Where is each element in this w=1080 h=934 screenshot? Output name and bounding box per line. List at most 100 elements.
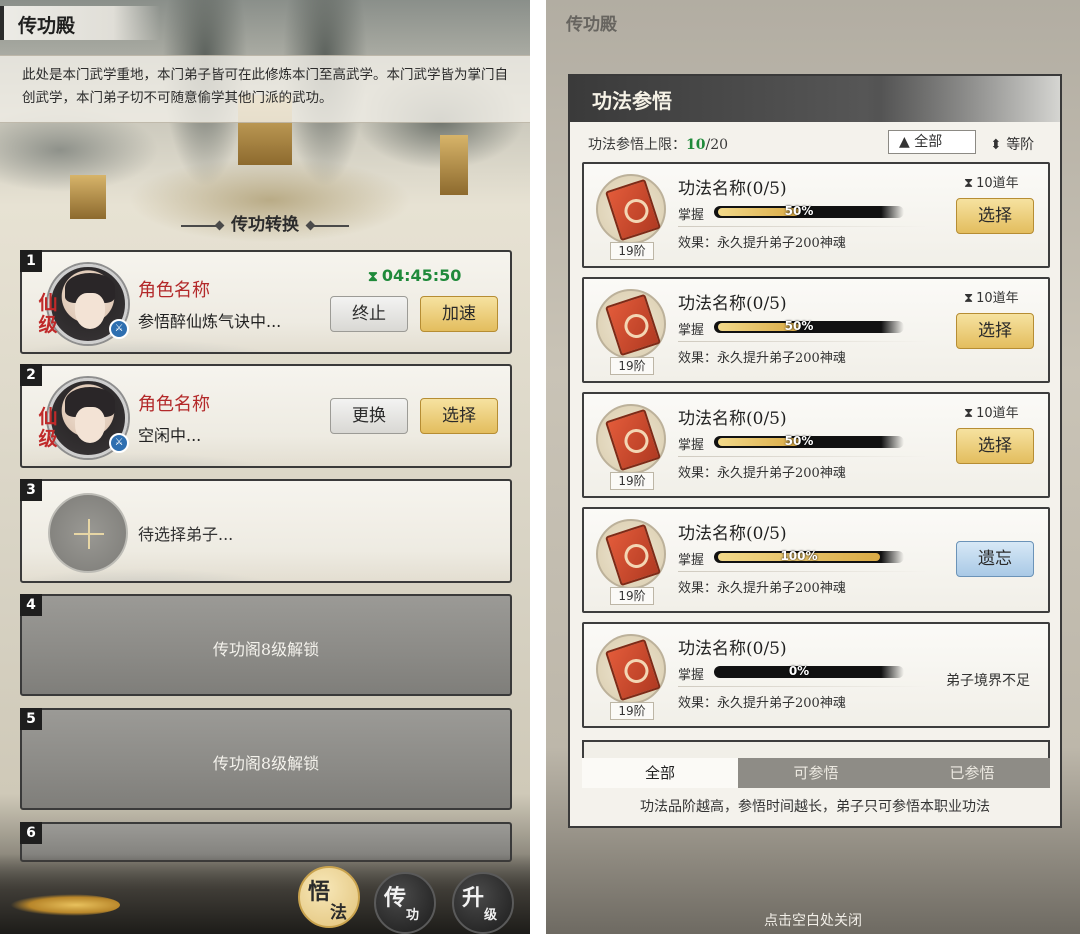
pagoda-illustration [440, 135, 468, 195]
skill-card: 19阶 功法名称(0/5) 掌握 50% 效果：永久提升弟子200神魂 ⧗ 10道… [582, 162, 1050, 268]
skill-card: 19阶 功法名称(0/5) 掌握 100% 效果：永久提升弟子200神魂 遗忘 [582, 507, 1050, 613]
mastery-percent: 50% [784, 319, 814, 333]
duration-text: 10道年 [976, 176, 1019, 191]
hourglass-icon: ⧗ [964, 291, 974, 306]
mastery-label: 掌握 [678, 668, 705, 683]
hourglass-icon: ⧗ [964, 406, 974, 421]
dialog-header: 功法参悟 [570, 76, 1060, 122]
select-skill-button[interactable]: 选择 [956, 198, 1034, 234]
skill-rank: 19阶 [610, 472, 654, 490]
character-name: 角色名称 [138, 394, 210, 415]
book-icon [596, 634, 666, 704]
book-icon [596, 174, 666, 244]
skill-effect: 效果：永久提升弟子200神魂 [678, 236, 846, 251]
mastery-label: 掌握 [678, 438, 705, 453]
ornament-right [309, 224, 349, 227]
forget-skill-button[interactable]: 遗忘 [956, 541, 1034, 577]
skill-rank: 19阶 [610, 702, 654, 720]
select-button[interactable]: 选择 [420, 398, 498, 434]
mastery-percent: 100% [780, 549, 818, 563]
rank-tag: 仙 级 [38, 406, 58, 450]
header-fade [880, 76, 1060, 122]
slot-number: 4 [20, 594, 42, 616]
tab-comprehended[interactable]: 已参悟 [894, 758, 1050, 788]
sort-icon: ⬍ [990, 137, 1002, 153]
avatar[interactable]: ⚔ [48, 264, 129, 344]
locked-slot-5: 5 传功阁8级解锁 [20, 708, 512, 810]
skill-card: 19阶 功法名称(0/5) 掌握 50% 效果：永久提升弟子200神魂 ⧗ 10道… [582, 277, 1050, 383]
tab-all[interactable]: 全部 [582, 758, 738, 788]
timer-text: 04:45:50 [381, 266, 462, 285]
right-panel[interactable]: 传功殿 功法参悟 功法参悟上限：10/20 ▲ 全部 ⬍ 等阶 19阶 功法名称… [546, 0, 1080, 934]
upgrade-char-2: 级 [484, 908, 498, 923]
transfer-slot-2[interactable]: 2 ⚔ 仙 级 角色名称 空闲中... 更换 选择 [20, 364, 512, 468]
transfer-char-1: 传 [384, 885, 407, 911]
mastery-bar: 50% [714, 434, 904, 448]
replace-button[interactable]: 更换 [330, 398, 408, 434]
select-skill-button[interactable]: 选择 [956, 428, 1034, 464]
mastery-percent: 0% [788, 664, 810, 678]
skill-name: 功法名称(0/5) [678, 179, 787, 199]
skill-rank: 19阶 [610, 357, 654, 375]
stop-button[interactable]: 终止 [330, 296, 408, 332]
close-hint[interactable]: 点击空白处关闭 [546, 910, 1080, 930]
character-status: 参悟醉仙炼气诀中... [138, 312, 282, 331]
slot-number: 6 [20, 822, 42, 844]
avatar[interactable]: ⚔ [48, 378, 129, 458]
mastery-percent: 50% [784, 434, 814, 448]
slot-number: 2 [20, 364, 42, 386]
hourglass-icon: ⧗ [368, 269, 378, 285]
upgrade-button[interactable]: 升 级 [452, 872, 514, 934]
skill-card: 19阶 功法名称(0/5) 掌握 0% 效果：永久提升弟子200神魂 弟子境界不… [582, 622, 1050, 728]
sword-badge-icon: ⚔ [109, 319, 129, 339]
select-skill-button[interactable]: 选择 [956, 313, 1034, 349]
transfer-button[interactable]: 传 功 [374, 872, 436, 934]
skill-card: 19阶 功法名称(0/5) 掌握 50% 效果：永久提升弟子200神魂 ⧗ 10道… [582, 392, 1050, 498]
duration-text: 10道年 [976, 291, 1019, 306]
limit-label: 功法参悟上限： [588, 137, 686, 153]
skill-name: 功法名称(0/5) [678, 294, 787, 314]
speed-up-button[interactable]: 加速 [420, 296, 498, 332]
mastery-bar: 100% [714, 549, 904, 563]
slot-number: 1 [20, 250, 42, 272]
sort-by-rank-button[interactable]: ⬍ 等阶 [990, 134, 1034, 154]
add-disciple-button[interactable] [48, 493, 128, 573]
duration: ⧗ 10道年 [964, 402, 1019, 421]
avatar-face [75, 407, 105, 443]
divider [678, 686, 928, 687]
comprehend-char-2: 法 [330, 903, 347, 923]
book-cover [604, 178, 662, 242]
comprehend-dialog: 功法参悟 功法参悟上限：10/20 ▲ 全部 ⬍ 等阶 19阶 功法名称(0/5… [568, 74, 1062, 828]
mastery-label: 掌握 [678, 553, 705, 568]
upgrade-char-1: 升 [462, 885, 485, 911]
mastery-bar: 0% [714, 664, 904, 678]
waiting-text: 待选择弟子... [138, 525, 234, 544]
background-title: 传功殿 [566, 15, 617, 35]
rank-tag: 仙 级 [38, 292, 58, 336]
dialog-title: 功法参悟 [592, 89, 672, 113]
mastery-percent: 50% [784, 204, 814, 218]
skill-effect: 效果：永久提升弟子200神魂 [678, 466, 846, 481]
locked-slot-4: 4 传功阁8级解锁 [20, 594, 512, 696]
unlock-requirement: 传功阁8级解锁 [212, 754, 320, 773]
filter-dropdown[interactable]: ▲ 全部 [888, 130, 976, 154]
transfer-slot-1[interactable]: 1 ⚔ 仙 级 角色名称 参悟醉仙炼气诀中... ⧗ 04:45:50 终止 加速 [20, 250, 512, 354]
skill-effect: 效果：永久提升弟子200神魂 [678, 351, 846, 366]
page-title: 传功殿 [0, 6, 160, 40]
intro-text: 此处是本门武学重地，本门弟子皆可在此修炼本门至高武学。本门武学皆为掌门自创武学，… [0, 55, 530, 123]
duration: ⧗ 10道年 [964, 172, 1019, 191]
divider [678, 341, 928, 342]
tab-available[interactable]: 可参悟 [738, 758, 894, 788]
limit-value: 10 [686, 137, 706, 153]
book-icon [596, 519, 666, 589]
insufficient-realm-text: 弟子境界不足 [946, 673, 1030, 689]
skill-rank: 19阶 [610, 242, 654, 260]
comprehend-button[interactable]: 悟 法 [298, 866, 360, 928]
transfer-slot-3[interactable]: 3 待选择弟子... [20, 479, 512, 583]
book-cover [604, 293, 662, 357]
plus-icon-vertical [88, 519, 90, 549]
book-icon [596, 289, 666, 359]
divider [678, 226, 928, 227]
sort-label: 等阶 [1006, 137, 1035, 153]
bottom-nav [0, 854, 530, 934]
